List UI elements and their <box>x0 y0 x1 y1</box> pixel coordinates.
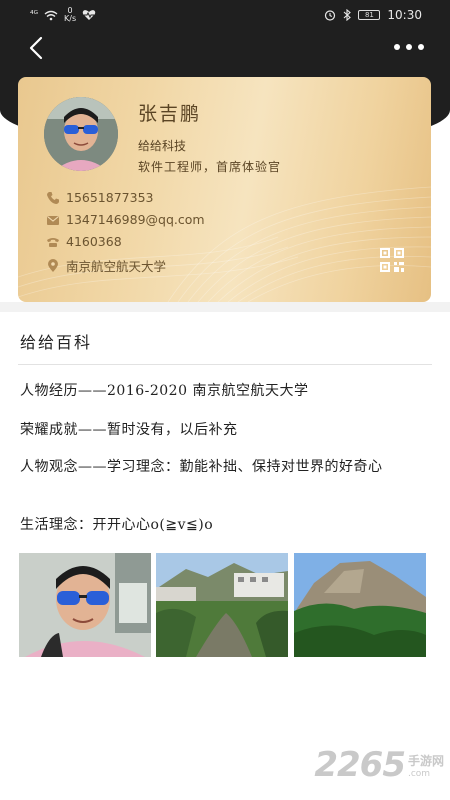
baike-title: 给给百科 <box>20 333 93 352</box>
profile-name: 张吉鹏 <box>138 103 202 125</box>
address-row[interactable]: 南京航空航天大学 <box>46 256 166 275</box>
baike-experience: 人物经历——2016-2020 南京航空航天大学 <box>20 383 309 399</box>
photo-portrait[interactable] <box>19 553 151 657</box>
back-icon[interactable] <box>24 34 50 62</box>
photo-mountain-image <box>294 553 426 657</box>
watermark-site-cn: 手游网 <box>407 754 444 768</box>
phone-icon <box>47 191 59 204</box>
section-rule <box>18 364 432 365</box>
telephone-icon <box>47 237 59 247</box>
location-pin-icon <box>48 258 58 272</box>
email-address: 1347146989@qq.com <box>66 212 205 227</box>
more-dot <box>394 44 400 50</box>
status-left: ⁴ᴳ 0 K/s <box>30 7 96 23</box>
more-options-button[interactable] <box>394 40 428 54</box>
photo-portrait-image <box>19 553 151 657</box>
phone-row[interactable]: 15651877353 <box>46 190 153 205</box>
battery-icon: 81 <box>358 10 381 20</box>
watermark-site-en: .com <box>407 769 431 779</box>
photo-mountain[interactable] <box>294 553 426 657</box>
tel-row[interactable]: 4160368 <box>46 234 122 249</box>
status-right: 81 10:30 <box>324 8 422 22</box>
address-text: 南京航空航天大学 <box>66 259 167 274</box>
signal-icon: ⁴ᴳ <box>30 10 38 20</box>
heart-rate-icon <box>82 10 96 20</box>
phone-number: 15651877353 <box>66 190 154 205</box>
avatar[interactable] <box>44 97 118 171</box>
bluetooth-icon <box>344 9 352 21</box>
status-time: 10:30 <box>387 8 422 22</box>
profile-company: 给给科技 <box>138 139 187 153</box>
baike-honor: 荣耀成就——暂时没有，以后补充 <box>20 422 238 438</box>
mail-icon <box>47 215 59 225</box>
watermark-site: 手游网 .com <box>408 752 444 779</box>
photo-village-image <box>156 553 288 657</box>
avatar-portrait <box>44 97 118 171</box>
profile-title: 软件工程师，首席体验官 <box>138 160 282 174</box>
wifi-icon <box>44 10 58 20</box>
top-nav <box>0 30 450 66</box>
qr-code-icon[interactable] <box>380 248 404 272</box>
baike-view: 人物观念——学习理念：勤能补拙、保持对世界的好奇心 <box>20 459 383 475</box>
photo-village[interactable] <box>156 553 288 657</box>
status-bar: ⁴ᴳ 0 K/s 81 10:30 <box>0 0 450 30</box>
section-divider <box>0 302 450 312</box>
net-speed-unit: K/s <box>64 14 77 23</box>
business-card: 张吉鹏 给给科技 软件工程师，首席体验官 15651877353 1347146… <box>18 77 431 302</box>
net-speed: 0 K/s <box>64 7 76 23</box>
email-row[interactable]: 1347146989@qq.com <box>46 212 205 227</box>
watermark-number: 2265 <box>314 745 406 785</box>
watermark: 2265 手游网 .com <box>314 745 444 785</box>
more-dot <box>406 44 412 50</box>
baike-life: 生活理念：开开心心o(≧v≦)o <box>20 517 214 533</box>
tel-number: 4160368 <box>66 234 122 249</box>
alarm-icon <box>325 10 336 21</box>
more-dot <box>418 44 424 50</box>
